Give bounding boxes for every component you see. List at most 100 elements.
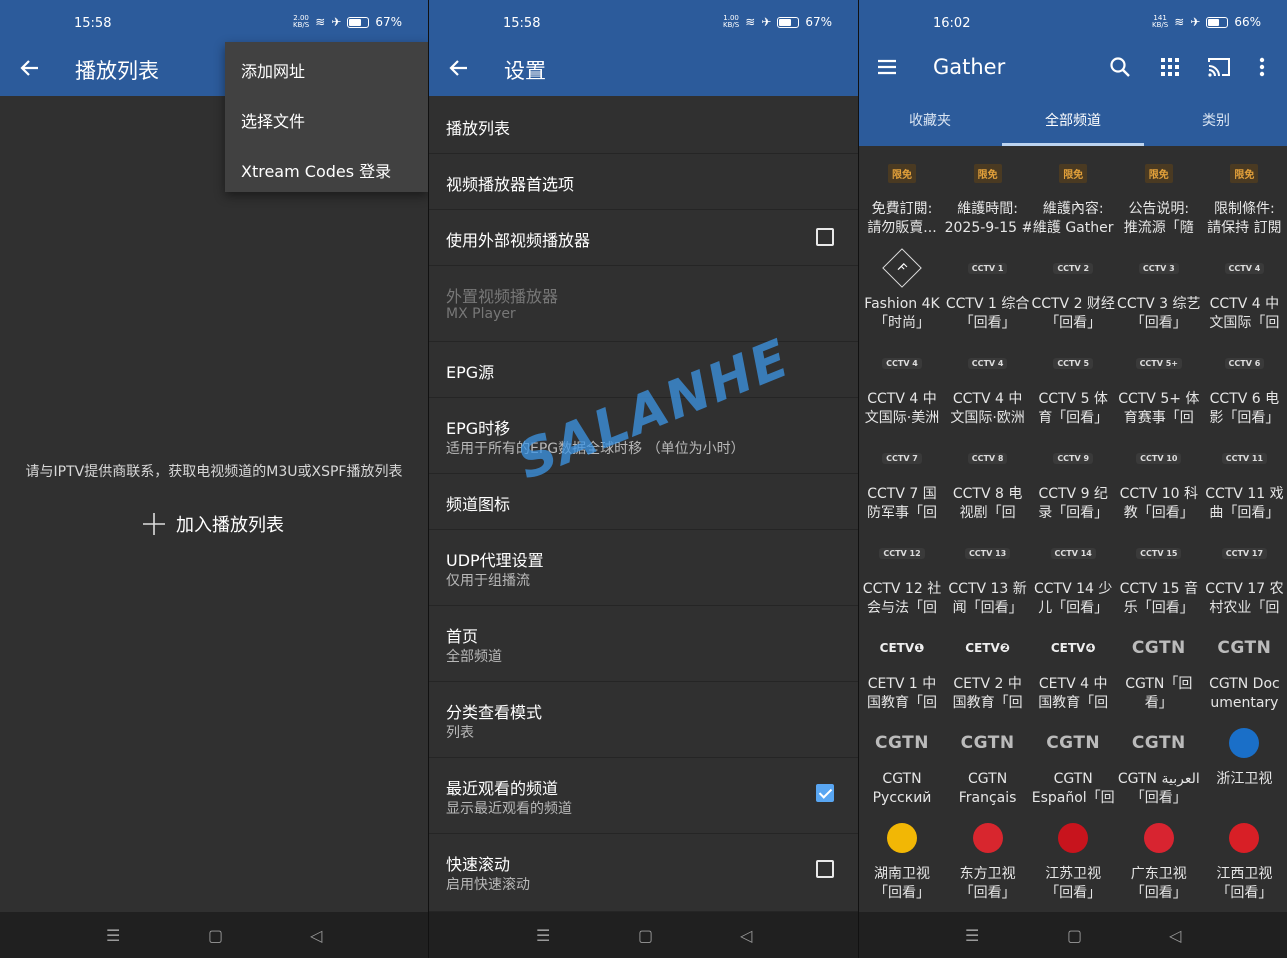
channel-item[interactable]: CCTV 13 CCTV 13 新闻「回看」	[945, 530, 1031, 625]
channel-item[interactable]: CGTN CGTN Doc umentary	[1201, 625, 1287, 720]
channel-item[interactable]: 限免 維護內容: 維護 Gather	[1030, 150, 1116, 245]
channel-item[interactable]: CCTV 5+ CCTV 5+ 体育赛事「回	[1116, 340, 1202, 435]
channel-item[interactable]: CCTV 4 CCTV 4 中文国际「回	[1201, 245, 1287, 340]
channel-item[interactable]: CCTV 9 CCTV 9 纪录「回看」	[1030, 435, 1116, 530]
tab-all-channels[interactable]: 全部频道	[1002, 96, 1144, 146]
recent-channels-checkbox[interactable]	[816, 784, 834, 802]
channel-item[interactable]: CCTV 14 CCTV 14 少儿「回看」	[1030, 530, 1116, 625]
channel-item[interactable]: CCTV 10 CCTV 10 科教「回看」	[1116, 435, 1202, 530]
setting-channel-icons[interactable]: 频道图标	[429, 474, 858, 530]
channel-name: CGTN Русский	[859, 770, 945, 810]
channel-item[interactable]: 江苏卫视 「回看」	[1030, 815, 1116, 910]
channel-name-line2: 「回看」	[1130, 315, 1187, 331]
more-vert-icon[interactable]	[1257, 56, 1267, 78]
setting-video-player-prefs[interactable]: 视频播放器首选项	[429, 154, 858, 210]
setting-recent-channels[interactable]: 最近观看的频道 显示最近观看的频道	[429, 758, 858, 834]
channel-logo-mark: CGTN	[1131, 733, 1186, 753]
channel-logo: CCTV 5	[1030, 348, 1116, 378]
nav-back-icon[interactable]: ◁	[740, 926, 752, 945]
menu-item-xtream-login[interactable]: Xtream Codes 登录	[241, 158, 391, 182]
channel-item[interactable]: CETV❷ CETV 2 中国教育「回	[945, 625, 1031, 720]
search-icon[interactable]	[1109, 56, 1131, 78]
setting-title: 外置视频播放器	[446, 287, 559, 306]
channel-item[interactable]: CCTV 8 CCTV 8 电视剧「回	[945, 435, 1031, 530]
nav-home-icon[interactable]: ▢	[1067, 926, 1082, 945]
setting-fast-scroll[interactable]: 快速滚动 启用快速滚动	[429, 834, 858, 912]
channel-item[interactable]: CGTN CGTN العربية 「回看」	[1116, 720, 1202, 815]
setting-title: 快速滚动	[446, 855, 511, 874]
setting-home-page[interactable]: 首页 全部频道	[429, 606, 858, 682]
channel-item[interactable]: CCTV 4 CCTV 4 中文国际·美洲	[859, 340, 945, 435]
grid-icon[interactable]	[1160, 57, 1180, 77]
nav-recents-icon[interactable]: ☰	[536, 926, 550, 945]
channel-item[interactable]: CGTN CGTN「回 看」	[1116, 625, 1202, 720]
back-arrow-icon[interactable]	[447, 56, 471, 80]
channel-item[interactable]: CCTV 3 CCTV 3 综艺 「回看」	[1116, 245, 1202, 340]
cast-icon[interactable]	[1207, 56, 1231, 78]
channel-item[interactable]: CGTN CGTN Español「回	[1030, 720, 1116, 815]
channel-item[interactable]: CETV❹ CETV 4 中国教育「回	[1030, 625, 1116, 720]
channel-item[interactable]: 湖南卫视 「回看」	[859, 815, 945, 910]
channel-logo: CCTV 13	[945, 538, 1031, 568]
channel-name: CETV 1 中国教育「回	[859, 675, 945, 715]
tab-categories[interactable]: 类别	[1145, 96, 1287, 146]
channel-item[interactable]: 浙江卫视	[1201, 720, 1287, 815]
channel-item[interactable]: CCTV 17 CCTV 17 农村农业「回	[1201, 530, 1287, 625]
channel-item[interactable]: CCTV 5 CCTV 5 体育「回看」	[1030, 340, 1116, 435]
channel-item[interactable]: CCTV 6 CCTV 6 电影「回看」	[1201, 340, 1287, 435]
setting-external-player[interactable]: 使用外部视频播放器	[429, 210, 858, 266]
channel-logo-mark: CCTV 14	[1050, 547, 1096, 559]
channel-name: 东方卫视 「回看」	[945, 865, 1031, 905]
menu-item-choose-file[interactable]: 选择文件	[241, 108, 305, 132]
channel-item[interactable]: CETV❶ CETV 1 中国教育「回	[859, 625, 945, 720]
channel-logo	[945, 823, 1031, 853]
channel-logo	[859, 823, 945, 853]
channel-item[interactable]: 广东卫视 「回看」	[1116, 815, 1202, 910]
channel-item[interactable]: CCTV 15 CCTV 15 音乐「回看」	[1116, 530, 1202, 625]
channel-item[interactable]: CCTV 7 CCTV 7 国防军事「回	[859, 435, 945, 530]
channel-name: 江苏卫视 「回看」	[1030, 865, 1116, 905]
setting-playlist[interactable]: 播放列表	[429, 96, 858, 154]
channel-item[interactable]: F Fashion 4K 「时尚」	[859, 245, 945, 340]
channel-item[interactable]: 限免 限制條件: 請保持 訂閱	[1201, 150, 1287, 245]
channel-name-line2: 請保持 訂閱	[1207, 220, 1282, 236]
nav-recents-icon[interactable]: ☰	[965, 926, 979, 945]
setting-title: 分类查看模式	[446, 703, 543, 722]
external-player-checkbox[interactable]	[816, 228, 834, 246]
channel-logo: CETV❹	[1030, 633, 1116, 663]
nav-home-icon[interactable]: ▢	[638, 926, 653, 945]
channel-item[interactable]: CCTV 2 CCTV 2 财经 「回看」	[1030, 245, 1116, 340]
channel-name: CETV 4 中国教育「回	[1030, 675, 1116, 715]
nav-recents-icon[interactable]: ☰	[106, 926, 120, 945]
nav-home-icon[interactable]: ▢	[208, 926, 223, 945]
menu-item-add-url[interactable]: 添加网址	[241, 58, 305, 82]
back-arrow-icon[interactable]	[18, 56, 42, 80]
channel-item[interactable]: 限免 維護時間: 2025-9-15 #	[945, 150, 1031, 245]
setting-udp-proxy[interactable]: UDP代理设置 仅用于组播流	[429, 530, 858, 606]
channel-item[interactable]: CCTV 1 CCTV 1 综合 「回看」	[945, 245, 1031, 340]
setting-category-view-mode[interactable]: 分类查看模式 列表	[429, 682, 858, 758]
channel-item[interactable]: 限免 公告说明: 推流源「隨	[1116, 150, 1202, 245]
channel-name-line1: 免費訂閱:	[871, 201, 933, 217]
channel-item[interactable]: CCTV 12 CCTV 12 社会与法「回	[859, 530, 945, 625]
channel-item[interactable]: CCTV 11 CCTV 11 戏曲「回看」	[1201, 435, 1287, 530]
channel-item[interactable]: CCTV 4 CCTV 4 中文国际·欧洲	[945, 340, 1031, 435]
channel-name: CCTV 8 电视剧「回	[945, 485, 1031, 525]
channel-item[interactable]: 江西卫视 「回看」	[1201, 815, 1287, 910]
channel-logo: CCTV 4	[859, 348, 945, 378]
nav-back-icon[interactable]: ◁	[1169, 926, 1181, 945]
fast-scroll-checkbox[interactable]	[816, 860, 834, 878]
channel-logo-mark	[887, 823, 917, 853]
tab-favorites[interactable]: 收藏夹	[859, 96, 1001, 146]
channel-item[interactable]: CGTN CGTN Français	[945, 720, 1031, 815]
channel-logo-mark	[1229, 823, 1260, 853]
channel-logo-mark: CGTN	[1217, 638, 1272, 658]
menu-icon[interactable]	[876, 56, 898, 78]
channel-item[interactable]: 东方卫视 「回看」	[945, 815, 1031, 910]
channel-item[interactable]: CGTN CGTN Русский	[859, 720, 945, 815]
channel-item[interactable]: 限免 免費訂閱: 請勿販賣...	[859, 150, 945, 245]
add-playlist-button[interactable]: 加入播放列表	[142, 511, 284, 537]
nav-back-icon[interactable]: ◁	[310, 926, 322, 945]
channel-logo: CCTV 7	[859, 443, 945, 473]
channel-logo: 限免	[1116, 158, 1202, 188]
